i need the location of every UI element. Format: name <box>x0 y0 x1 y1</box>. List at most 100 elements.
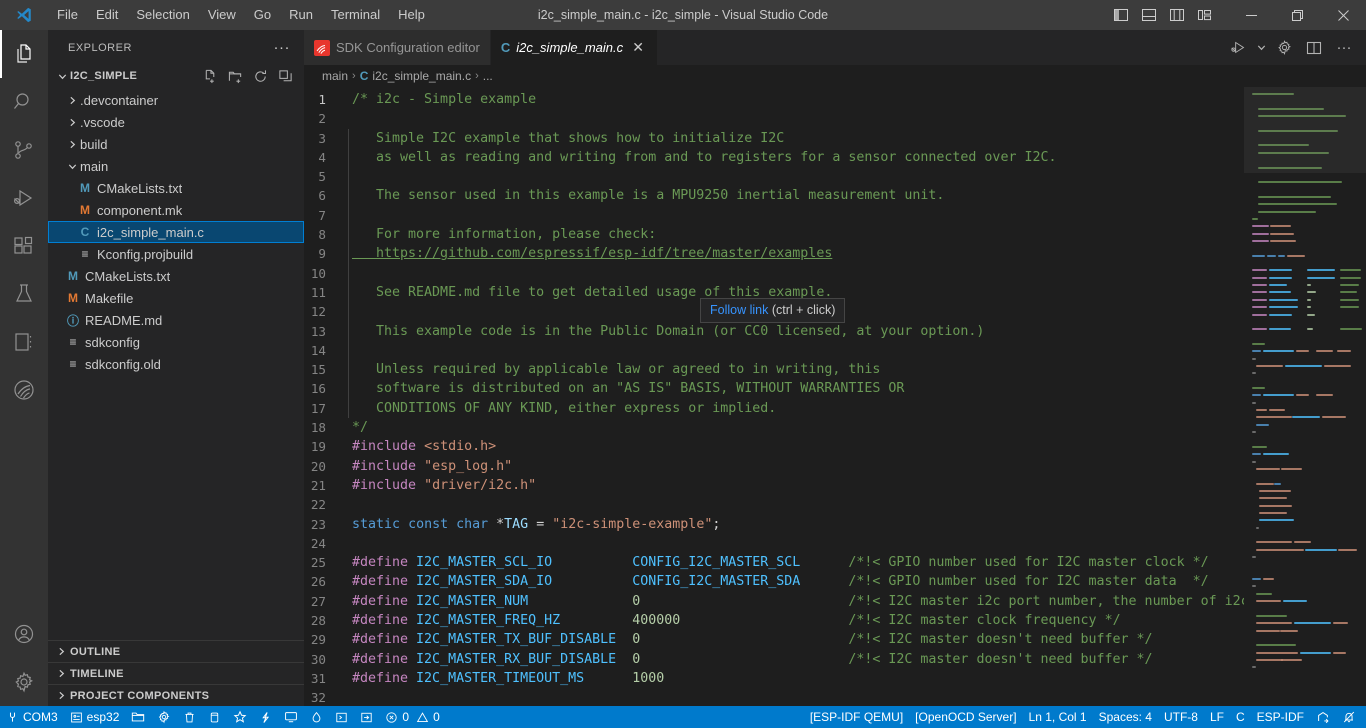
breadcrumb-item-folder[interactable]: main <box>322 69 348 83</box>
breadcrumb-item-symbol[interactable]: ... <box>483 69 493 83</box>
menu-terminal[interactable]: Terminal <box>322 3 389 27</box>
tree-folder-row[interactable]: build <box>48 133 304 155</box>
sidebar-item-source-control[interactable] <box>0 126 48 174</box>
status-end-of-line[interactable]: LF <box>1204 706 1230 728</box>
status-debug[interactable] <box>304 706 329 728</box>
tree-file-row[interactable]: M CMakeLists.txt <box>48 265 304 287</box>
code-line[interactable]: 22 <box>304 495 1244 514</box>
more-actions-icon[interactable]: ··· <box>1330 34 1358 62</box>
breadcrumb-item-file[interactable]: C i2c_simple_main.c <box>360 69 471 83</box>
code-line[interactable]: 15 Unless required by applicable law or … <box>304 360 1244 380</box>
tab-sdk-configuration-editor[interactable]: SDK Configuration editor <box>304 30 491 65</box>
status-monitor-device[interactable] <box>278 706 304 728</box>
tree-file-row[interactable]: ≡ sdkconfig.old <box>48 353 304 375</box>
code-line[interactable]: 4 as well as reading and writing from an… <box>304 147 1244 168</box>
status-indentation[interactable]: Spaces: 4 <box>1093 706 1158 728</box>
follow-link-label[interactable]: Follow link <box>710 303 768 317</box>
menu-help[interactable]: Help <box>389 3 434 27</box>
tree-file-row[interactable]: Mcomponent.mk <box>48 199 304 221</box>
code-token[interactable]: https://github.com/espressif/esp-idf/tre… <box>352 246 832 261</box>
sidebar-section-outline[interactable]: OUTLINE <box>48 640 304 662</box>
code-line[interactable]: 30 #define I2C_MASTER_RX_BUF_DISABLE 0 /*… <box>304 650 1244 669</box>
status-idf-terminal[interactable] <box>354 706 379 728</box>
toggle-secondary-sidebar-icon[interactable] <box>1164 2 1190 28</box>
code-line[interactable]: 21 #include "driver/i2c.h" <box>304 476 1244 495</box>
tree-file-row[interactable]: ⓘ README.md <box>48 309 304 331</box>
sidebar-item-espressif-idf[interactable] <box>0 366 48 414</box>
status-esp-idf-version[interactable]: ESP-IDF <box>1251 706 1310 728</box>
manage-settings-button[interactable] <box>0 658 48 706</box>
tree-folder-row[interactable]: .vscode <box>48 111 304 133</box>
sidebar-item-run-and-debug[interactable] <box>0 174 48 222</box>
code-line[interactable]: 7 <box>304 205 1244 226</box>
menu-file[interactable]: File <box>48 3 87 27</box>
code-line[interactable]: 23 static const char *TAG = "i2c-simple-e… <box>304 515 1244 534</box>
editor-vertical-scrollbar[interactable] <box>1352 87 1366 706</box>
window-close-button[interactable] <box>1320 0 1366 30</box>
code-line[interactable]: 10 <box>304 263 1244 283</box>
sidebar-more-actions-icon[interactable]: ··· <box>268 40 297 55</box>
code-line[interactable]: 24 <box>304 534 1244 553</box>
project-root-row[interactable]: I2C_SIMPLE <box>48 65 304 87</box>
code-line[interactable]: 3 Simple I2C example that shows how to i… <box>304 128 1244 148</box>
status-language-mode[interactable]: C <box>1230 706 1251 728</box>
sidebar-item-testing[interactable] <box>0 270 48 318</box>
new-folder-icon[interactable] <box>224 65 246 87</box>
status-build-flash-monitor[interactable] <box>253 706 278 728</box>
code-line[interactable]: 25 #define I2C_MASTER_SCL_IO CONFIG_I2C_M… <box>304 553 1244 572</box>
status-openocd-server[interactable]: [OpenOCD Server] <box>909 706 1022 728</box>
tree-file-row[interactable]: ≡ Kconfig.projbuild <box>48 243 304 265</box>
code-line[interactable]: 9 https://github.com/espressif/esp-idf/t… <box>304 244 1244 264</box>
tab-i2c-simple-main-c[interactable]: C i2c_simple_main.c ✕ <box>490 30 659 65</box>
tree-file-row[interactable]: ≡ sdkconfig <box>48 331 304 353</box>
code-line[interactable]: 31 #define I2C_MASTER_TIMEOUT_MS 1000 <box>304 669 1244 688</box>
toggle-primary-sidebar-icon[interactable] <box>1108 2 1134 28</box>
menu-edit[interactable]: Edit <box>87 3 127 27</box>
sidebar-item-explorer[interactable] <box>0 30 48 78</box>
code-editor[interactable]: 1/* i2c - Simple example 2 3 Simple I2C ex… <box>304 87 1366 706</box>
refresh-explorer-icon[interactable] <box>249 65 271 87</box>
code-line[interactable]: 5 <box>304 167 1244 187</box>
code-line[interactable]: 2 <box>304 109 1244 128</box>
status-build[interactable] <box>202 706 227 728</box>
tree-folder-row[interactable]: .devcontainer <box>48 89 304 111</box>
status-remote-window[interactable] <box>1310 706 1336 728</box>
code-line[interactable]: 8 For more information, please check: <box>304 225 1244 245</box>
toggle-panel-icon[interactable] <box>1136 2 1162 28</box>
minimap-slider[interactable] <box>1244 87 1366 173</box>
status-serial-port[interactable]: COM3 <box>0 706 64 728</box>
tree-file-row[interactable]: M CMakeLists.txt <box>48 177 304 199</box>
accounts-button[interactable] <box>0 610 48 658</box>
status-target-device[interactable]: esp32 <box>64 706 126 728</box>
menu-go[interactable]: Go <box>245 3 280 27</box>
collapse-folders-icon[interactable] <box>274 65 296 87</box>
status-select-project[interactable] <box>125 706 151 728</box>
status-full-clean[interactable] <box>177 706 202 728</box>
status-encoding[interactable]: UTF-8 <box>1158 706 1204 728</box>
code-line[interactable]: 13 This example code is in the Public Do… <box>304 321 1244 341</box>
customize-layout-icon[interactable] <box>1192 2 1218 28</box>
window-minimize-button[interactable] <box>1228 0 1274 30</box>
code-line[interactable]: 27 #define I2C_MASTER_NUM 0 /*!< I2C mast… <box>304 592 1244 611</box>
code-line[interactable]: 26 #define I2C_MASTER_SDA_IO CONFIG_I2C_M… <box>304 572 1244 591</box>
menu-selection[interactable]: Selection <box>127 3 198 27</box>
code-line[interactable]: 17 CONDITIONS OF ANY KIND, either expres… <box>304 398 1244 419</box>
code-line[interactable]: 20 #include "esp_log.h" <box>304 457 1244 476</box>
code-line[interactable]: 14 <box>304 340 1244 361</box>
code-line[interactable]: 19 #include <stdio.h> <box>304 437 1244 456</box>
split-editor-right-icon[interactable] <box>1300 34 1328 62</box>
tree-file-row[interactable]: M Makefile <box>48 287 304 309</box>
sidebar-item-search[interactable] <box>0 78 48 126</box>
sidebar-section-project-components[interactable]: PROJECT COMPONENTS <box>48 684 304 706</box>
code-line[interactable]: 1 /* i2c - Simple example <box>304 90 1244 109</box>
code-line[interactable]: 6 The sensor used in this example is a M… <box>304 186 1244 206</box>
code-line[interactable]: 28 #define I2C_MASTER_FREQ_HZ 400000 /*!<… <box>304 611 1244 630</box>
tab-close-icon[interactable]: ✕ <box>629 39 647 57</box>
status-problems[interactable]: 0 0 <box>379 706 445 728</box>
menu-view[interactable]: View <box>199 3 245 27</box>
status-open-terminal[interactable] <box>329 706 354 728</box>
code-line[interactable]: 16 software is distributed on an "AS IS"… <box>304 379 1244 399</box>
new-file-icon[interactable] <box>199 65 221 87</box>
sidebar-section-timeline[interactable]: TIMELINE <box>48 662 304 684</box>
status-sdk-configuration[interactable] <box>151 706 177 728</box>
